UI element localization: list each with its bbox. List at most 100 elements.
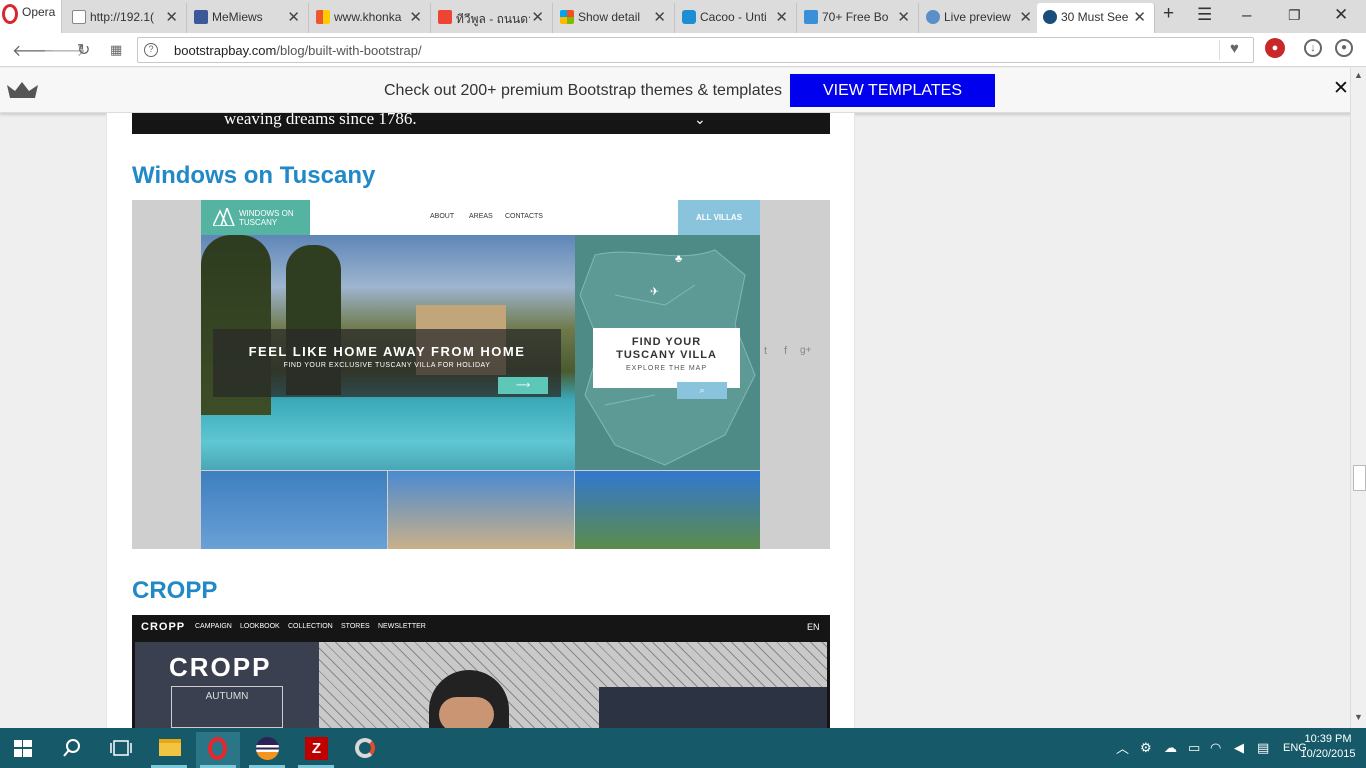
clock-time: 10:39 PM (1304, 733, 1352, 745)
section-title-windows-on-tuscany[interactable]: Windows on Tuscany (132, 162, 375, 190)
site-info-icon[interactable]: ? (144, 43, 158, 57)
tab-8[interactable]: Live preview ✕ (920, 3, 1041, 33)
show-hidden-icons-chevron[interactable]: ︿ (1116, 738, 1129, 757)
section-title-cropp[interactable]: CROPP (132, 577, 217, 605)
promo-message: Check out 200+ premium Bootstrap themes … (384, 82, 782, 99)
speed-dial-grid-icon[interactable]: ▦ (110, 42, 122, 58)
twitter-icon: t (764, 345, 768, 357)
cropp-nav-collection: COLLECTION (288, 623, 333, 630)
tab-label: Live preview (944, 10, 1011, 24)
tab-1[interactable]: http://192.1( ✕ (66, 3, 187, 33)
scroll-up-icon[interactable]: ▲ (1354, 70, 1363, 80)
clock-date: 10/20/2015 (1300, 748, 1356, 760)
opera-logo-icon (2, 4, 18, 24)
cropp-nav-campaign: CAMPAIGN (195, 623, 232, 630)
crown-icon (7, 82, 38, 98)
tab-menu-icon[interactable]: ☰ (1197, 5, 1212, 25)
bookmark-heart-icon[interactable]: ♥ (1219, 40, 1249, 60)
windows-on-tuscany-screenshot[interactable]: WINDOWS ON TUSCANY ABOUT AREAS CONTACTS … (132, 200, 830, 549)
close-tab-icon[interactable]: ✕ (287, 8, 300, 26)
f-icon (804, 10, 818, 24)
close-tab-icon[interactable]: ✕ (775, 8, 788, 26)
app-taskbar-button[interactable] (343, 732, 387, 768)
circular-app-icon (355, 738, 375, 758)
tab-9-active[interactable]: 30 Must See ✕ (1037, 3, 1155, 33)
tuscany-hero-photo: FEEL LIKE HOME AWAY FROM HOME FIND YOUR … (201, 235, 575, 470)
cacoo-icon (682, 10, 696, 24)
onedrive-icon[interactable]: ☁ (1164, 740, 1177, 756)
eclipse-taskbar-button[interactable] (245, 732, 289, 768)
url-host: bootstrapbay.com (174, 43, 277, 58)
close-tab-icon[interactable]: ✕ (1019, 8, 1032, 26)
map-title-line-1: FIND YOUR (631, 336, 702, 348)
windows-taskbar: Z ︿ ⚙ ☁ ▭ ◠ ◀ ▤ ENG 10:39 PM 10/20/2015 (0, 728, 1366, 768)
tab-label: ทีวีพูล - ถนนดา (456, 12, 530, 26)
scroll-down-icon[interactable]: ▼ (1354, 712, 1363, 722)
tvpool-icon (438, 10, 452, 24)
tab-3[interactable]: www.khonka ✕ (310, 3, 431, 33)
tab-7[interactable]: 70+ Free Bo ✕ (798, 3, 919, 33)
bootstrapbay-icon (1043, 10, 1057, 24)
tuscany-hero-subtitle: FIND YOUR EXCLUSIVE TUSCANY VILLA FOR HO… (283, 362, 491, 369)
browser-tab-bar: Opera http://192.1( ✕ MeMiews ✕ www.khon… (0, 0, 1366, 33)
cropp-nav-lookbook: LOOKBOOK (240, 623, 280, 630)
person-face (439, 697, 494, 728)
close-tab-icon[interactable]: ✕ (653, 8, 666, 26)
opera-menu-button[interactable]: Opera (0, 0, 62, 33)
page-icon (72, 10, 86, 24)
cropp-lang: EN (807, 622, 820, 632)
filezilla-taskbar-button[interactable]: Z (294, 732, 338, 768)
close-tab-icon[interactable]: ✕ (409, 8, 422, 26)
cropp-hero-left: CROPP AUTUMN (135, 642, 319, 728)
tuscany-logo-text: WINDOWS ON TUSCANY (239, 209, 294, 227)
map-tree-icon: ♣ (675, 253, 683, 265)
tuscany-nav-contacts: CONTACTS (505, 213, 543, 220)
cropp-screenshot[interactable]: CROPP CAMPAIGN LOOKBOOK COLLECTION STORE… (132, 615, 830, 728)
tab-6[interactable]: Cacoo - Unti ✕ (676, 3, 797, 33)
wifi-icon[interactable]: ◠ (1210, 740, 1221, 756)
view-templates-button[interactable]: VIEW TEMPLATES (790, 74, 995, 107)
account-icon[interactable]: ● (1335, 39, 1353, 57)
eclipse-icon (256, 737, 279, 760)
download-icon[interactable]: ↓ (1304, 39, 1322, 57)
address-bar-row: 🡐 🡒 ↻ ▦ ? bootstrapbay.com/blog/built-wi… (0, 33, 1366, 67)
windows-start-icon[interactable] (14, 740, 32, 757)
file-explorer-taskbar-button[interactable] (147, 732, 191, 768)
tab-label: www.khonka (334, 10, 402, 24)
clock[interactable]: 10:39 PM 10/20/2015 (1298, 732, 1358, 762)
promo-close-icon[interactable]: ✕ (1333, 77, 1349, 100)
tab-label: http://192.1( (90, 10, 155, 24)
battery-icon[interactable]: ▭ (1188, 740, 1200, 756)
tab-4[interactable]: ทีวีพูล - ถนนดา ✕ (432, 3, 553, 33)
cropp-nav-logo: CROPP (141, 621, 186, 633)
tab-5[interactable]: Show detail ✕ (554, 3, 675, 33)
reload-icon[interactable]: ↻ (77, 40, 90, 60)
new-tab-icon[interactable]: + (1163, 3, 1174, 25)
opera-icon (208, 737, 227, 760)
window-close-icon[interactable]: ✕ (1334, 5, 1348, 25)
close-tab-icon[interactable]: ✕ (1133, 8, 1146, 26)
url-text[interactable]: bootstrapbay.com/blog/built-with-bootstr… (174, 43, 422, 58)
scrollbar-thumb[interactable] (1353, 465, 1366, 491)
tuscany-logo-box: WINDOWS ON TUSCANY (201, 200, 310, 235)
restore-icon[interactable]: ❐ (1288, 7, 1301, 24)
minimize-icon[interactable]: – (1242, 5, 1251, 25)
cropp-nav-stores: STORES (341, 623, 370, 630)
url-field[interactable]: ? bootstrapbay.com/blog/built-with-boots… (137, 37, 1254, 63)
opera-taskbar-button[interactable] (196, 732, 240, 768)
page-scrollbar[interactable]: ▼ ▲ (1350, 68, 1366, 728)
tuscany-thumb-1 (201, 471, 387, 549)
close-tab-icon[interactable]: ✕ (897, 8, 910, 26)
tuscany-nav-about: ABOUT (430, 213, 455, 220)
task-view-icon[interactable] (110, 740, 132, 756)
plane-icon: ✈ (650, 286, 660, 298)
volume-icon[interactable]: ◀ (1234, 740, 1244, 756)
close-tab-icon[interactable]: ✕ (165, 8, 178, 26)
close-tab-icon[interactable]: ✕ (531, 8, 544, 26)
action-center-icon[interactable]: ▤ (1257, 740, 1269, 756)
search-icon[interactable] (63, 739, 81, 757)
network-share-icon[interactable]: ⚙ (1140, 740, 1152, 756)
adblock-extension-icon[interactable]: ● (1265, 38, 1285, 58)
facebook-icon (194, 10, 208, 24)
tab-2[interactable]: MeMiews ✕ (188, 3, 309, 33)
